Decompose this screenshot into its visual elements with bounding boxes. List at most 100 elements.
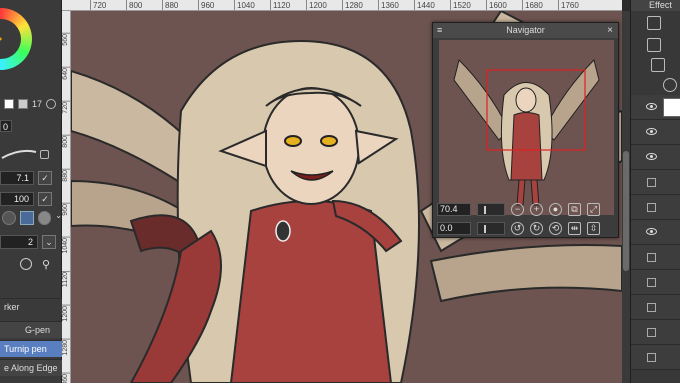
layer-row[interactable]: [631, 170, 680, 195]
fit-icon[interactable]: ⧉: [568, 202, 581, 216]
ruler-tick: 1440: [414, 0, 435, 10]
color-mode-row: 17: [0, 97, 62, 111]
ruler-tick: 1200: [306, 0, 327, 10]
ruler-tick: 1600: [486, 0, 507, 10]
eye-icon[interactable]: [646, 128, 657, 135]
vruler-tick: 1360: [62, 373, 70, 383]
visibility-checkbox[interactable]: [647, 178, 656, 187]
brush-size-toggle[interactable]: ✓: [38, 171, 52, 185]
ruler-tick: 1040: [234, 0, 255, 10]
size-value: 17: [32, 99, 43, 109]
brush-size-field[interactable]: 7.1: [0, 171, 34, 185]
flip-vertical-icon[interactable]: ⇳: [587, 221, 600, 235]
opacity-field[interactable]: 100: [0, 192, 34, 206]
transparent-color-icon[interactable]: [46, 99, 57, 109]
subtool-item-along-edge[interactable]: e Along Edge: [0, 359, 62, 376]
fit-window-icon[interactable]: ⤢: [587, 202, 600, 216]
horizontal-ruler: 720 800 880 960 1040 1120 1200 1280 1360 1440 1520…: [62, 0, 622, 11]
layer-row[interactable]: [631, 245, 680, 270]
visibility-checkbox[interactable]: [647, 303, 656, 312]
sub-color-swatch[interactable]: [18, 99, 28, 109]
layer-row[interactable]: [631, 195, 680, 220]
ruler-tick: 1680: [522, 0, 543, 10]
wrench-icon[interactable]: [20, 258, 32, 270]
ruler-tick: 720: [90, 0, 106, 10]
layer-row[interactable]: [631, 220, 680, 245]
effect-tab[interactable]: Effect: [631, 0, 680, 11]
vruler-tick: 1280: [62, 339, 70, 356]
eye-icon[interactable]: [646, 228, 657, 235]
layer-panel: Effect: [630, 0, 680, 383]
tip-round-icon[interactable]: [37, 211, 52, 225]
flip-horizontal-icon[interactable]: ⇹: [568, 221, 581, 235]
mask-icon[interactable]: [651, 58, 665, 72]
subtool-item-gpen[interactable]: G-pen: [0, 321, 62, 338]
menu-icon[interactable]: ≡: [437, 23, 442, 38]
stabilization-toggle[interactable]: ⌄: [42, 235, 56, 249]
rotation-row: 0.0 ↺ ↻ ⟲ ⇹ ⇳: [437, 220, 600, 236]
search-icon[interactable]: ⚲: [42, 258, 50, 271]
vruler-tick: 800: [62, 135, 70, 148]
field-zero[interactable]: 0: [0, 120, 12, 132]
zoom-in-icon[interactable]: +: [530, 202, 543, 216]
close-icon[interactable]: ×: [607, 23, 613, 38]
tip-selected-icon[interactable]: [19, 211, 34, 225]
zoom-slider[interactable]: [477, 202, 505, 216]
layer-row[interactable]: [631, 270, 680, 295]
visibility-checkbox[interactable]: [647, 278, 656, 287]
subtool-item-turnip-pen[interactable]: Turnip pen: [0, 340, 62, 357]
main-color-swatch[interactable]: [4, 99, 14, 109]
visibility-checkbox[interactable]: [647, 253, 656, 262]
reset-rotation-icon[interactable]: ⟲: [549, 221, 562, 235]
actual-size-icon[interactable]: ●: [549, 202, 562, 216]
blend-icon[interactable]: [663, 78, 677, 92]
ruler-tick: 1760: [558, 0, 579, 10]
new-layer-icon[interactable]: [647, 38, 661, 52]
subtool-group-header: rker: [0, 298, 62, 315]
ruler-tick: 960: [198, 0, 214, 10]
eye-icon[interactable]: [646, 103, 657, 110]
brush-stroke-preview: [0, 138, 62, 166]
navigator-preview[interactable]: [439, 40, 614, 215]
layer-row[interactable]: [631, 320, 680, 345]
eye-icon[interactable]: [646, 153, 657, 160]
visibility-checkbox[interactable]: [647, 353, 656, 362]
ruler-tick: 1360: [378, 0, 399, 10]
visibility-checkbox[interactable]: [647, 203, 656, 212]
left-tool-panel: 17 0 7.1 ✓ 100 ✓ ⌄ 2 ⌄ ⚲ rker G-pen Turn…: [0, 0, 62, 383]
layer-row[interactable]: [631, 120, 680, 145]
opacity-toggle[interactable]: ✓: [38, 192, 52, 206]
vertical-ruler: 560 640 720 800 880 960 1040 1120 1200 1280 1360: [62, 11, 71, 383]
rotation-field[interactable]: 0.0: [437, 221, 471, 235]
lock-icon[interactable]: [40, 150, 49, 159]
navigator-title-bar[interactable]: ≡ Navigator ×: [433, 23, 618, 38]
ruler-tick: 880: [162, 0, 178, 10]
vruler-tick: 960: [62, 203, 70, 216]
chevron-down-icon[interactable]: ⌄: [55, 211, 62, 227]
ruler-tick: 1280: [342, 0, 363, 10]
ruler-tick: 1520: [450, 0, 471, 10]
zoom-row: 70.4 − + ● ⧉ ⤢: [437, 201, 600, 217]
rotate-right-icon[interactable]: ↻: [530, 221, 543, 235]
zoom-out-icon[interactable]: −: [511, 202, 524, 216]
layer-row[interactable]: [631, 345, 680, 370]
layer-row[interactable]: [631, 295, 680, 320]
stabilization-field[interactable]: 2: [0, 235, 38, 249]
scroll-thumb[interactable]: [623, 151, 629, 271]
color-triangle[interactable]: [0, 26, 2, 52]
vruler-tick: 640: [62, 67, 70, 80]
navigator-panel: ≡ Navigator × 70.4 − + ● ⧉ ⤢ 0.0 ↺ ↻ ⟲ ⇹…: [432, 22, 619, 238]
layer-property-icon[interactable]: [647, 16, 661, 30]
vertical-scrollbar[interactable]: [622, 11, 630, 383]
vruler-tick: 560: [62, 33, 70, 46]
layer-row[interactable]: [631, 95, 680, 120]
rotate-left-icon[interactable]: ↺: [511, 221, 524, 235]
rotation-slider[interactable]: [477, 221, 505, 235]
layer-row[interactable]: [631, 145, 680, 170]
ruler-tick: 1120: [270, 0, 290, 10]
vruler-tick: 1200: [62, 305, 70, 322]
visibility-checkbox[interactable]: [647, 328, 656, 337]
zoom-field[interactable]: 70.4: [437, 202, 471, 216]
navigator-title: Navigator: [506, 25, 545, 35]
tip-soft-icon[interactable]: [2, 211, 16, 225]
